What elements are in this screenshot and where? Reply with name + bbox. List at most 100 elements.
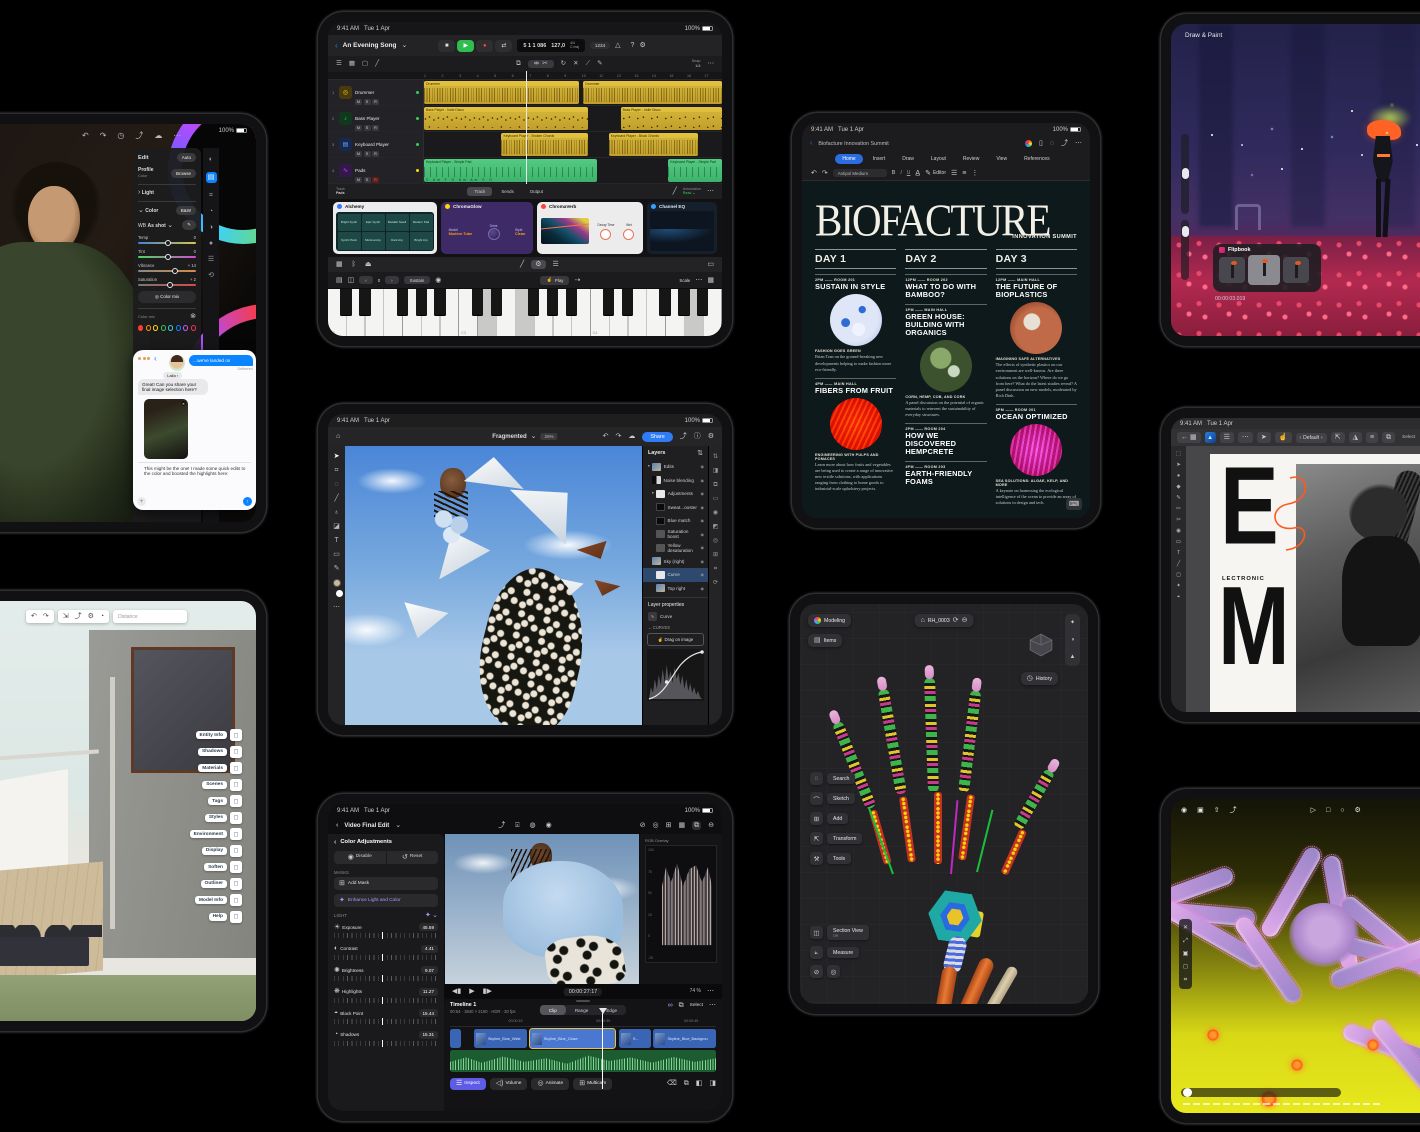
edit-icon[interactable]: ▤	[206, 172, 217, 183]
inspector-button[interactable]: Environment◻	[190, 828, 242, 840]
split-icon[interactable]: ◫	[348, 277, 355, 284]
record-button[interactable]: ●	[476, 40, 493, 52]
animation-frame[interactable]	[1283, 257, 1309, 283]
back-button[interactable]: ←▦	[1177, 432, 1201, 443]
visibility-icon[interactable]: ◉	[701, 464, 705, 469]
flipbook-panel[interactable]: Flipbook	[1213, 244, 1321, 292]
sustain-button[interactable]: Sustain	[404, 276, 431, 284]
mobile-view-icon[interactable]: ▯	[1039, 140, 1043, 147]
trim-tool[interactable]: ⇹✂	[528, 60, 554, 69]
animation-frame-current[interactable]	[1248, 255, 1280, 285]
select-tool[interactable]: ➤	[1257, 432, 1271, 443]
split-right-icon[interactable]: ◨	[709, 1080, 716, 1087]
playhead[interactable]	[526, 71, 527, 184]
canvas[interactable]: E LECTRONIC M USIC	[1186, 446, 1420, 712]
midi-region[interactable]: Bass Player - Indie Disco	[424, 107, 588, 130]
viewer[interactable]	[445, 834, 639, 984]
inspect-button[interactable]: ☰Inspect	[450, 1078, 486, 1090]
color-mix-button[interactable]: ◎ Color mix	[138, 291, 196, 303]
optics-icon[interactable]: ☰	[208, 256, 214, 263]
add-mask-button[interactable]: ⊞Add Mask	[334, 877, 438, 890]
redo-icon[interactable]: ↷	[100, 132, 107, 140]
render-viewport[interactable]	[1171, 799, 1420, 1113]
preset-cell[interactable]: Bright Synth	[338, 214, 361, 232]
multicam-button[interactable]: ⊞Multicam	[573, 1078, 612, 1090]
lens-icon[interactable]: ●	[209, 240, 213, 247]
brush-tool-icon[interactable]: ╱	[334, 495, 338, 502]
export-icon[interactable]: ⇧	[1214, 807, 1220, 814]
more-icon[interactable]: ⋯	[707, 988, 714, 995]
inspector-icon[interactable]: ◻	[230, 828, 242, 840]
record-icon[interactable]: ◉	[1181, 807, 1187, 814]
close-icon[interactable]: ⊗	[190, 313, 196, 320]
track-row-drummer[interactable]: 1◎DrummerMSR DrummerDrummer	[328, 80, 722, 106]
home-icon[interactable]: ⌂	[921, 617, 925, 624]
track-row-bass[interactable]: 2♪Bass PlayerMSR Bass Player - Indie Dis…	[328, 106, 722, 132]
inspector-button[interactable]: Help◻	[209, 911, 242, 923]
tool-icon[interactable]: ✏	[1176, 507, 1181, 513]
share-icon[interactable]: ⤴	[135, 132, 143, 140]
duplicate-button[interactable]: ⧉	[1382, 432, 1395, 443]
distance-input[interactable]: Distance	[118, 614, 182, 620]
copy-icon[interactable]: ⧉	[713, 482, 717, 488]
volume-button[interactable]: ◁)Volume	[490, 1078, 528, 1090]
background-color[interactable]	[336, 590, 343, 597]
audio-track[interactable]	[450, 1050, 716, 1072]
document-page[interactable]: BIOFACTURE INNOVATION SUMMIT DAY 1 2PM —…	[802, 181, 1090, 518]
undo-icon[interactable]: ↶	[82, 132, 89, 140]
menu-button[interactable]: ☰	[1220, 432, 1234, 443]
light-section[interactable]: Light	[142, 190, 154, 196]
share-icon[interactable]: ⤴	[1230, 807, 1237, 814]
preset-cell[interactable]: Minimal Arp	[362, 232, 385, 250]
eraser-tool-icon[interactable]: ◪	[333, 523, 340, 530]
expand-icon[interactable]: ⤢	[1183, 938, 1188, 944]
inspector-icon[interactable]: ◻	[230, 779, 242, 791]
visibility-icon[interactable]: ◉	[701, 559, 705, 564]
undo-icon[interactable]: ↶	[31, 613, 37, 620]
cloud-icon[interactable]: ☁	[628, 433, 635, 440]
back-icon[interactable]: ‹	[154, 355, 157, 363]
adjust-icon[interactable]: ◩	[713, 524, 719, 530]
video-clip[interactable]	[450, 1029, 461, 1048]
orientation-cube[interactable]	[1028, 632, 1054, 658]
inspector-icon[interactable]: ◻	[230, 795, 242, 807]
redo-icon[interactable]: ↷	[822, 170, 828, 177]
midi-region[interactable]: Bass Player - Indie Disco	[621, 107, 722, 130]
style-selector[interactable]: ‹ Default ›	[1296, 433, 1327, 443]
ribbon-tabs[interactable]: HomeInsertDrawLayoutReviewViewReferences	[802, 151, 1090, 166]
render-progress-bar[interactable]	[1181, 1088, 1341, 1097]
notifications-icon[interactable]: ◔	[100, 613, 104, 620]
overwrite-icon[interactable]: ⧉	[679, 1002, 684, 1009]
tool-icon[interactable]: ✦	[1176, 584, 1181, 590]
zoom-level[interactable]: 26%	[541, 433, 558, 440]
play-button[interactable]: ▶	[457, 40, 474, 52]
record-icon[interactable]: ◉	[546, 822, 552, 829]
eye-icon[interactable]: ◎	[713, 538, 718, 544]
lock-icon[interactable]: ◉	[435, 277, 441, 284]
settings-icon[interactable]: ⚙	[1354, 807, 1360, 814]
pencil-icon[interactable]: ╱	[375, 61, 379, 68]
cycle-button[interactable]: ⇄	[495, 40, 512, 52]
scale-button[interactable]: Scale	[679, 278, 690, 283]
model-value[interactable]: Modern Tube	[449, 232, 473, 236]
measure-tool[interactable]: ⟀Measure	[810, 946, 869, 959]
inspector-icon[interactable]: ◻	[230, 861, 242, 873]
tool-icon[interactable]: ➤	[1176, 463, 1181, 469]
bold-button[interactable]: B	[892, 170, 896, 176]
animation-frame[interactable]	[1219, 257, 1245, 283]
layer-row[interactable]: Sky (right)◉	[643, 555, 708, 569]
highlights-slider[interactable]: ❋Highlights11.27	[334, 988, 438, 1003]
redo-icon[interactable]: ↷	[43, 613, 49, 620]
properties-icon[interactable]: ◨	[713, 468, 719, 474]
tool-icon[interactable]: ✎	[1176, 496, 1181, 502]
tracks-view-icon[interactable]: ☰	[336, 61, 342, 68]
doc-title[interactable]: Fragmented	[492, 434, 526, 440]
scope-title[interactable]: RGB Overlay	[645, 838, 669, 843]
render-icon[interactable]: ◑	[1071, 637, 1075, 643]
auto-button[interactable]: Auto	[177, 153, 196, 162]
shape-tool-icon[interactable]: ▭	[333, 551, 340, 558]
tool-icon[interactable]: ◉	[1176, 529, 1181, 535]
export-icon[interactable]: ⤴	[680, 433, 687, 440]
back-icon[interactable]: ‹	[810, 140, 812, 147]
list-icon[interactable]: ☰	[951, 170, 957, 177]
